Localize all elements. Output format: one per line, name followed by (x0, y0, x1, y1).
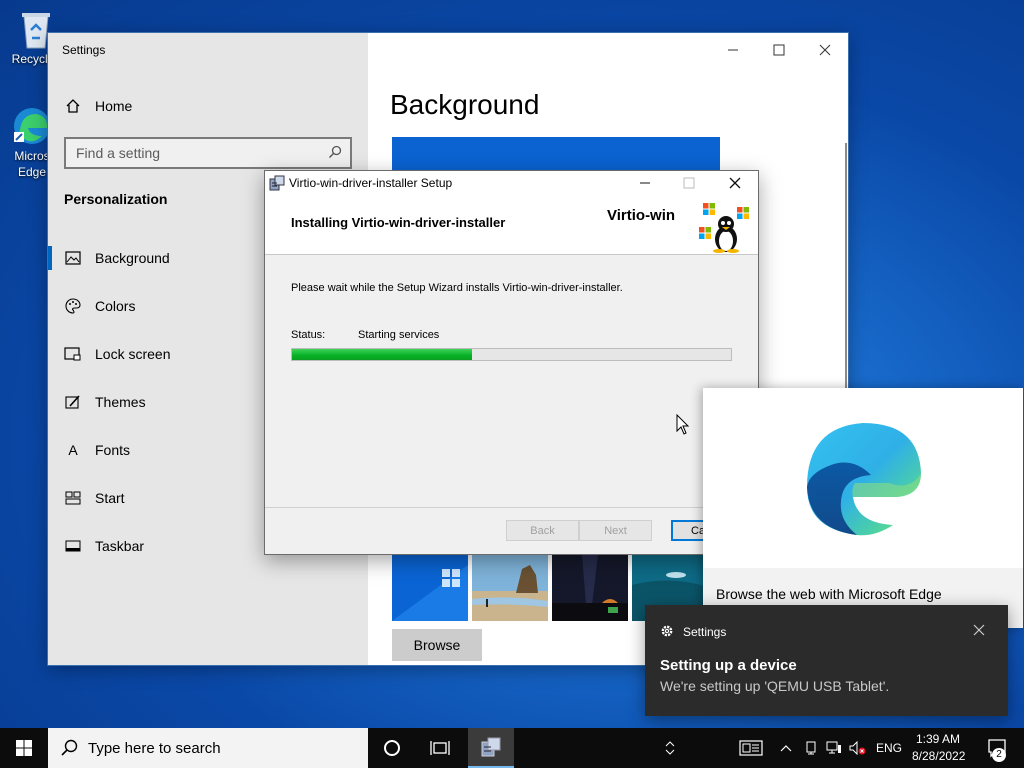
back-button: Back (506, 520, 579, 541)
installer-icon (269, 175, 285, 194)
close-button[interactable] (802, 39, 848, 61)
palette-icon (63, 298, 83, 314)
chevron-down-icon[interactable] (662, 728, 678, 768)
edge-promo-card[interactable]: Browse the web with Microsoft Edge (703, 388, 1023, 628)
search-icon (328, 145, 342, 162)
next-button: Next (579, 520, 652, 541)
sidebar-item-home[interactable]: Home (48, 88, 368, 124)
news-icon[interactable] (736, 728, 766, 768)
task-view-icon (430, 741, 450, 755)
gear-icon (660, 624, 674, 641)
sidebar-item-label: Start (95, 490, 125, 506)
dialog-banner: Installing Virtio-win-driver-installer V… (265, 195, 758, 255)
page-title: Background (390, 89, 540, 120)
toast-heading: Setting up a device (660, 657, 797, 674)
minimize-button[interactable] (630, 173, 660, 193)
edge-promo-text: Browse the web with Microsoft Edge (716, 586, 942, 602)
window-title: Settings (62, 43, 106, 57)
wallpaper-thumbnail[interactable] (472, 555, 548, 621)
sidebar-item-label: Colors (95, 298, 136, 314)
brand-name: Virtio-win (607, 207, 676, 224)
picture-icon (63, 251, 83, 265)
taskbar-app-installer[interactable] (468, 728, 514, 768)
setup-dialog[interactable]: Virtio-win-driver-installer Setup Instal… (264, 170, 759, 555)
wallpaper-thumbnail[interactable] (392, 555, 468, 621)
clock-time[interactable]: 1:39 AM (916, 732, 960, 746)
sidebar-item-label: Background (95, 250, 170, 266)
toast-app-name: Settings (683, 625, 727, 639)
search-icon (60, 739, 78, 757)
search-placeholder: Find a setting (76, 145, 161, 161)
home-icon (63, 98, 83, 114)
clock-date[interactable]: 8/28/2022 (912, 749, 965, 763)
status-value: Starting services (358, 329, 440, 341)
start-button[interactable] (0, 728, 48, 768)
close-button[interactable] (720, 173, 750, 193)
edge-icon (12, 106, 52, 146)
taskbar-icon (63, 540, 83, 552)
edge-logo-icon (801, 417, 925, 540)
taskbar: Type here to search ENG 1:39 AM 8/28/202… (0, 728, 1024, 768)
installer-icon (481, 737, 501, 757)
sidebar-item-label: Themes (95, 394, 146, 410)
sidebar-item-label: Lock screen (95, 346, 171, 362)
device-icon[interactable] (802, 728, 820, 768)
input-language[interactable]: ENG (876, 741, 902, 755)
dialog-title-bar[interactable]: Virtio-win-driver-installer Setup (265, 171, 758, 195)
divider (265, 507, 758, 508)
penguin-icon (711, 215, 741, 256)
taskbar-search-box[interactable]: Type here to search (48, 728, 368, 768)
sidebar-item-label: Home (95, 98, 133, 114)
maximize-button (674, 173, 704, 193)
progress-fill (292, 349, 472, 360)
network-icon[interactable] (824, 728, 844, 768)
minimize-button[interactable] (710, 39, 756, 61)
status-label: Status: (291, 329, 326, 341)
windows-start-icon (16, 740, 32, 756)
section-title: Personalization (64, 191, 168, 207)
notification-badge: 2 (992, 748, 1006, 762)
volume-muted-icon[interactable] (848, 728, 868, 768)
find-setting-input[interactable]: Find a setting (64, 137, 352, 169)
install-message: Please wait while the Setup Wizard insta… (291, 282, 623, 294)
cortana-circle-icon (384, 740, 400, 756)
start-grid-icon (63, 491, 83, 505)
close-icon[interactable] (973, 624, 985, 639)
maximize-button[interactable] (756, 39, 802, 61)
themes-brush-icon (63, 394, 83, 410)
wallpaper-thumbnail[interactable] (552, 555, 628, 621)
mouse-cursor-icon (676, 413, 690, 439)
cortana-button[interactable] (370, 728, 414, 768)
fonts-icon: A (68, 442, 78, 458)
edge-logo-area (703, 388, 1023, 568)
toast-body: We're setting up 'QEMU USB Tablet'. (660, 678, 890, 694)
sidebar-item-label: Taskbar (95, 538, 145, 554)
dialog-title: Virtio-win-driver-installer Setup (289, 176, 453, 190)
sidebar-item-label: Fonts (95, 442, 131, 458)
progress-bar (291, 348, 732, 361)
tray-expand-icon[interactable] (778, 728, 794, 768)
windows-logo-icon (699, 227, 711, 242)
task-view-button[interactable] (418, 728, 462, 768)
toast-notification[interactable]: Settings Setting up a device We're setti… (645, 605, 1008, 716)
browse-button[interactable]: Browse (392, 629, 482, 661)
banner-title: Installing Virtio-win-driver-installer (291, 215, 506, 230)
lock-screen-icon (63, 347, 83, 361)
search-placeholder: Type here to search (88, 739, 221, 757)
